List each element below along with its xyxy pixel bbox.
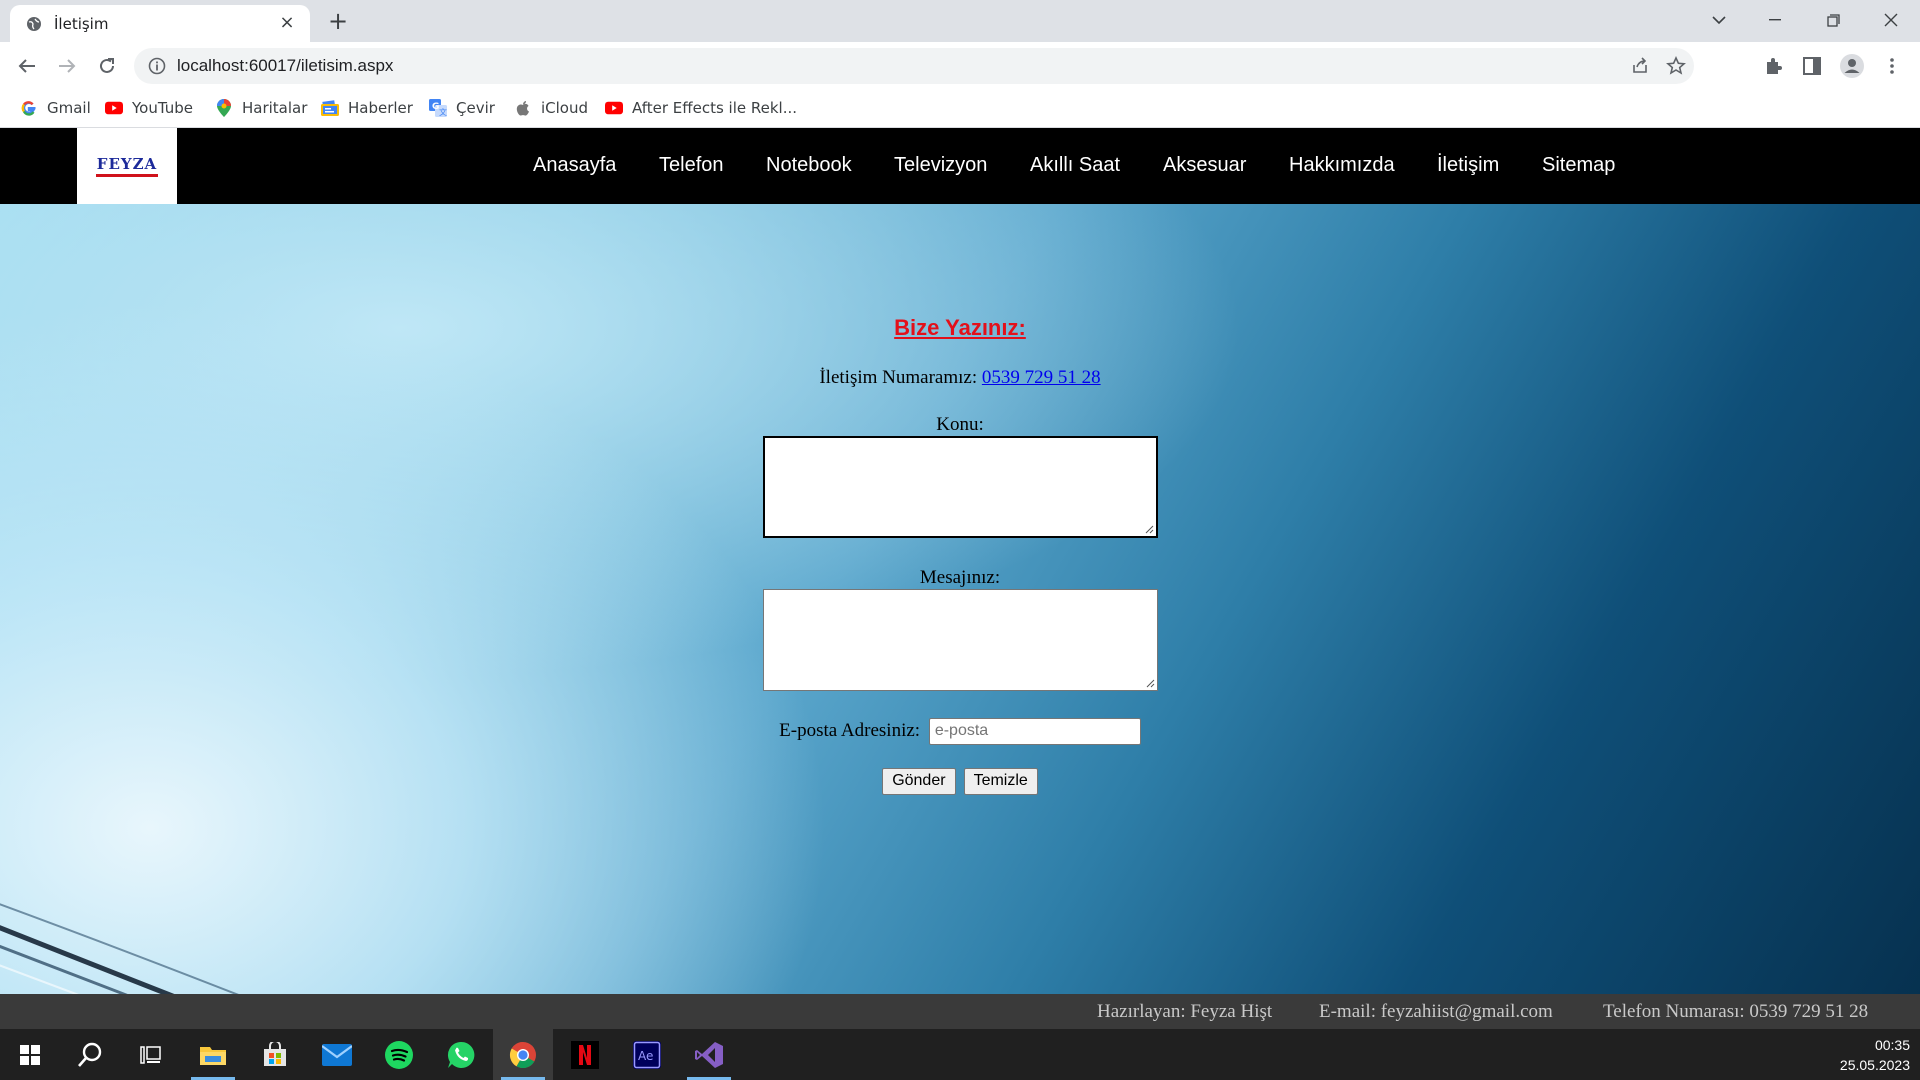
phone-label: İletişim Numaramız: <box>819 367 982 388</box>
google-icon <box>20 99 38 117</box>
windows-start-icon[interactable] <box>0 1029 60 1080</box>
tab-title: İletişim <box>54 15 109 33</box>
chrome-icon[interactable] <box>493 1029 553 1080</box>
nav-item-telefon[interactable]: Telefon <box>659 154 724 177</box>
browser-toolbar: localhost:60017/iletisim.aspx <box>0 42 1920 90</box>
browser-menu-icon[interactable] <box>1880 54 1904 78</box>
address-bar[interactable]: localhost:60017/iletisim.aspx <box>134 48 1694 84</box>
footer-phone: Telefon Numarası: 0539 729 51 28 <box>1603 1001 1869 1022</box>
bookmark-youtube[interactable]: YouTube <box>105 96 193 120</box>
bookmark-label: YouTube <box>132 99 193 117</box>
tab-search-icon[interactable] <box>1696 6 1742 34</box>
mail-icon[interactable] <box>307 1029 367 1080</box>
netflix-icon[interactable] <box>555 1029 615 1080</box>
resize-grip-icon[interactable] <box>1145 525 1154 534</box>
spotify-icon[interactable] <box>369 1029 429 1080</box>
apple-icon <box>514 99 532 117</box>
youtube-icon <box>605 99 623 117</box>
whatsapp-icon[interactable] <box>431 1029 491 1080</box>
bookmark-after-effects[interactable]: After Effects ile Rekl... <box>605 96 797 120</box>
extensions-icon[interactable] <box>1761 54 1785 78</box>
bookmark-haritalar[interactable]: Haritalar <box>215 96 307 120</box>
globe-icon <box>27 17 41 31</box>
email-row: E-posta Adresiniz: e-posta <box>0 718 1920 745</box>
clock-time: 00:35 <box>1874 1037 1910 1053</box>
browser-tabstrip: İletişim × + <box>0 0 1920 42</box>
restore-icon[interactable] <box>1810 6 1856 34</box>
google-news-icon <box>321 99 339 117</box>
back-icon[interactable] <box>13 52 41 80</box>
web-page: FEYZA Anasayfa Telefon Notebook Televizy… <box>0 128 1920 1029</box>
bookmark-haberler[interactable]: Haberler <box>321 96 413 120</box>
maps-pin-icon <box>215 99 233 117</box>
subject-label: Konu: <box>936 414 984 435</box>
new-tab-icon[interactable]: + <box>326 9 350 33</box>
footer-author: Hazırlayan: Feyza Hişt <box>1097 1001 1273 1022</box>
nav-item-iletisim[interactable]: İletişim <box>1437 154 1499 177</box>
search-icon[interactable] <box>60 1029 120 1080</box>
bookmark-cevir[interactable]: G文 Çevir <box>429 96 495 120</box>
nav-item-aksesuar[interactable]: Aksesuar <box>1163 154 1246 177</box>
nav-item-anasayfa[interactable]: Anasayfa <box>533 154 616 177</box>
footer-email: E-mail: feyzahiist@gmail.com <box>1319 1001 1553 1022</box>
minimize-icon[interactable] <box>1752 6 1798 34</box>
site-logo[interactable]: FEYZA <box>77 128 177 204</box>
reset-button[interactable]: Temizle <box>963 768 1038 795</box>
browser-tab-active[interactable]: İletişim × <box>10 5 310 42</box>
message-textarea[interactable] <box>763 589 1158 691</box>
site-navbar: FEYZA Anasayfa Telefon Notebook Televizy… <box>0 128 1920 204</box>
logo-text: FEYZA <box>96 155 158 173</box>
bookmark-label: Haritalar <box>242 99 308 117</box>
clock-date: 25.05.2023 <box>1839 1057 1910 1073</box>
side-panel-icon[interactable] <box>1800 54 1824 78</box>
after-effects-icon[interactable]: Ae <box>617 1029 677 1080</box>
form-heading: Bize Yazınız: <box>894 315 1026 340</box>
nav-item-sitemap[interactable]: Sitemap <box>1542 154 1615 177</box>
phone-link[interactable]: 0539 729 51 28 <box>982 367 1101 388</box>
task-view-icon[interactable] <box>120 1029 180 1080</box>
svg-text:Ae: Ae <box>638 1049 653 1063</box>
svg-text:文: 文 <box>439 107 447 117</box>
subject-textarea[interactable] <box>763 436 1158 538</box>
forward-icon[interactable] <box>53 52 81 80</box>
nav-item-televizyon[interactable]: Televizyon <box>894 154 987 177</box>
bookmark-label: Gmail <box>47 99 91 117</box>
system-clock[interactable]: 00:35 25.05.2023 <box>1840 1035 1910 1075</box>
logo-underline <box>96 174 158 177</box>
resize-grip-icon[interactable] <box>1146 679 1155 688</box>
visual-studio-icon[interactable] <box>679 1029 739 1080</box>
windows-taskbar: Ae 00:35 25.05.2023 <box>0 1029 1920 1080</box>
bookmark-label: After Effects ile Rekl... <box>632 99 798 117</box>
reload-icon[interactable] <box>93 52 121 80</box>
nav-item-akilli-saat[interactable]: Akıllı Saat <box>1030 154 1120 177</box>
youtube-icon <box>105 99 123 117</box>
translate-icon: G文 <box>429 99 447 117</box>
message-label: Mesajınız: <box>919 567 1001 588</box>
email-input[interactable]: e-posta <box>928 718 1141 745</box>
file-explorer-icon[interactable] <box>183 1029 243 1080</box>
microsoft-store-icon[interactable] <box>245 1029 305 1080</box>
nav-item-notebook[interactable]: Notebook <box>766 154 852 177</box>
site-footer: Hazırlayan: Feyza Hişt E-mail: feyzahiis… <box>0 994 1920 1029</box>
email-label: E-posta Adresiniz: <box>779 719 921 741</box>
submit-button[interactable]: Gönder <box>882 768 956 795</box>
profile-avatar-icon[interactable] <box>1840 54 1864 78</box>
close-window-icon[interactable] <box>1868 6 1914 34</box>
form-buttons: Gönder Temizle <box>0 768 1920 795</box>
bookmark-icloud[interactable]: iCloud <box>514 96 588 120</box>
bookmark-gmail[interactable]: Gmail <box>20 96 91 120</box>
bookmark-star-icon[interactable] <box>1666 56 1686 76</box>
share-icon[interactable] <box>1630 56 1650 76</box>
bookmark-label: Haberler <box>348 99 413 117</box>
tab-close-icon[interactable]: × <box>278 14 296 32</box>
contact-phone-line: İletişim Numaramız: 0539 729 51 28 <box>0 367 1920 389</box>
bookmark-label: iCloud <box>541 99 589 117</box>
nav-item-hakkimizda[interactable]: Hakkımızda <box>1289 154 1395 177</box>
site-info-icon[interactable] <box>148 57 166 75</box>
bookmark-label: Çevir <box>456 99 495 117</box>
bookmarks-bar: Gmail YouTube Haritalar Haberler G文 Çevi… <box>0 90 1920 128</box>
url-text: localhost:60017/iletisim.aspx <box>177 56 394 75</box>
